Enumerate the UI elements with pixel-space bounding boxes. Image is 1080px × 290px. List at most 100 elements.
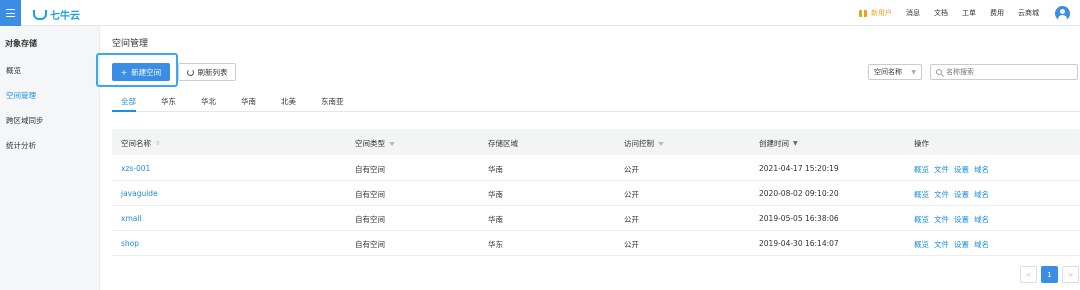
search-input[interactable]	[946, 68, 1066, 76]
nav-billing[interactable]: 费用	[990, 8, 1004, 18]
bucket-type: 自有空间	[355, 190, 385, 199]
column-access[interactable]: 访问控制	[624, 138, 664, 149]
action-files[interactable]: 文件	[934, 189, 949, 200]
column-actions-label: 操作	[914, 139, 929, 148]
bucket-name-link[interactable]: javaguide	[121, 189, 158, 198]
tab-north-china[interactable]: 华北	[201, 96, 216, 107]
page-button-current[interactable]: 1	[1041, 266, 1058, 283]
column-created-label: 创建时间	[759, 139, 789, 148]
column-actions: 操作	[914, 138, 929, 149]
select-value: 空间名称	[874, 68, 902, 76]
column-access-label: 访问控制	[624, 139, 654, 148]
tab-southeast-asia[interactable]: 东南亚	[321, 96, 344, 107]
refresh-list-button[interactable]: 刷新列表	[178, 63, 236, 81]
prev-page-button[interactable]: <	[1020, 266, 1037, 283]
nav-marketplace[interactable]: 云商城	[1018, 8, 1039, 18]
action-overview[interactable]: 概览	[914, 164, 929, 175]
bucket-region: 华东	[488, 240, 503, 249]
column-region: 存储区域	[488, 138, 518, 149]
action-files[interactable]: 文件	[934, 239, 949, 250]
action-overview[interactable]: 概览	[914, 239, 929, 250]
promo-link[interactable]: 新用户	[859, 8, 892, 18]
nav-messages[interactable]: 消息	[906, 8, 920, 18]
page-title: 空间管理	[112, 39, 149, 49]
region-tabs: 全部 华东 华北 华南 北美 东南亚	[112, 92, 1080, 112]
avatar[interactable]	[1055, 5, 1070, 21]
sidebar-item-buckets[interactable]: 空间管理	[6, 90, 36, 101]
row-actions: 概览 文件 设置 域名	[914, 214, 989, 225]
action-settings[interactable]: 设置	[954, 214, 969, 225]
bucket-created: 2021-04-17 15:20:19	[759, 164, 839, 173]
sort-icon[interactable]: ⇕	[155, 140, 160, 147]
brand-name: 七牛云	[50, 11, 80, 22]
bucket-type: 自有空间	[355, 215, 385, 224]
column-region-label: 存储区域	[488, 139, 518, 148]
action-domains[interactable]: 域名	[974, 164, 989, 175]
bucket-region: 华南	[488, 215, 503, 224]
tab-east-china[interactable]: 华东	[161, 96, 176, 107]
column-type[interactable]: 空间类型	[355, 138, 395, 149]
action-settings[interactable]: 设置	[954, 189, 969, 200]
promo-label: 新用户	[871, 9, 892, 17]
active-tab-indicator	[112, 110, 136, 112]
next-page-button[interactable]: >	[1062, 266, 1079, 283]
tab-all[interactable]: 全部	[121, 96, 136, 107]
gift-icon	[859, 9, 867, 17]
logo[interactable]: 七牛云	[33, 7, 80, 22]
filter-icon[interactable]	[389, 141, 395, 146]
search-field-select[interactable]: 空间名称 ▼	[868, 64, 922, 80]
action-settings[interactable]: 设置	[954, 239, 969, 250]
action-overview[interactable]: 概览	[914, 214, 929, 225]
action-overview[interactable]: 概览	[914, 189, 929, 200]
action-domains[interactable]: 域名	[974, 214, 989, 225]
nav-docs[interactable]: 文档	[934, 8, 948, 18]
bucket-created: 2019-04-30 16:14:07	[759, 239, 839, 248]
tab-south-china[interactable]: 华南	[241, 96, 256, 107]
sort-desc-icon[interactable]: ▼	[793, 140, 798, 147]
table-row: xmall 自有空间 华南 公开 2019-05-05 16:38:06 概览 …	[112, 206, 1080, 231]
table-header: 空间名称 ⇕ 空间类型 存储区域 访问控制 创建时间 ▼ 操作	[112, 129, 1080, 155]
column-type-label: 空间类型	[355, 139, 385, 148]
bucket-access: 公开	[624, 215, 639, 224]
action-files[interactable]: 文件	[934, 164, 949, 175]
filter-icon[interactable]	[658, 141, 664, 146]
row-actions: 概览 文件 设置 域名	[914, 189, 989, 200]
action-settings[interactable]: 设置	[954, 164, 969, 175]
column-name[interactable]: 空间名称 ⇕	[121, 138, 160, 149]
refresh-icon	[186, 68, 194, 76]
bucket-access: 公开	[624, 165, 639, 174]
bucket-region: 华南	[488, 190, 503, 199]
top-bar: 七牛云 新用户 消息 文档 工单 费用 云商城	[0, 0, 1080, 26]
nav-tickets[interactable]: 工单	[962, 8, 976, 18]
bucket-name-link[interactable]: xmall	[121, 214, 142, 223]
new-bucket-button[interactable]: + 新建空间	[112, 63, 170, 81]
refresh-label: 刷新列表	[197, 67, 228, 77]
bucket-name-link[interactable]: shop	[121, 239, 139, 248]
search-box[interactable]	[930, 64, 1078, 80]
plus-icon: +	[120, 67, 128, 77]
action-domains[interactable]: 域名	[974, 239, 989, 250]
sidebar-section-title: 对象存储	[5, 39, 37, 48]
bucket-access: 公开	[624, 190, 639, 199]
logo-icon	[33, 9, 47, 20]
chevron-down-icon: ▼	[911, 68, 916, 76]
bucket-access: 公开	[624, 240, 639, 249]
bucket-type: 自有空间	[355, 165, 385, 174]
table-row: javaguide 自有空间 华南 公开 2020-08-02 09:10:20…	[112, 181, 1080, 206]
bucket-type: 自有空间	[355, 240, 385, 249]
action-files[interactable]: 文件	[934, 214, 949, 225]
sidebar-item-overview[interactable]: 概览	[6, 65, 21, 76]
row-actions: 概览 文件 设置 域名	[914, 164, 989, 175]
sidebar: 对象存储 概览 空间管理 跨区域同步 统计分析	[0, 26, 100, 290]
bucket-name-link[interactable]: xzs-001	[121, 164, 150, 173]
bucket-created: 2019-05-05 16:38:06	[759, 214, 839, 223]
column-created[interactable]: 创建时间 ▼	[759, 138, 798, 149]
pagination: < 1 >	[1020, 266, 1079, 283]
sidebar-item-cross-region-sync[interactable]: 跨区域同步	[6, 115, 44, 126]
bucket-created: 2020-08-02 09:10:20	[759, 189, 839, 198]
sidebar-item-statistics[interactable]: 统计分析	[6, 140, 36, 151]
menu-icon[interactable]	[0, 0, 21, 26]
tab-north-america[interactable]: 北美	[281, 96, 296, 107]
new-bucket-label: 新建空间	[131, 67, 162, 77]
action-domains[interactable]: 域名	[974, 189, 989, 200]
